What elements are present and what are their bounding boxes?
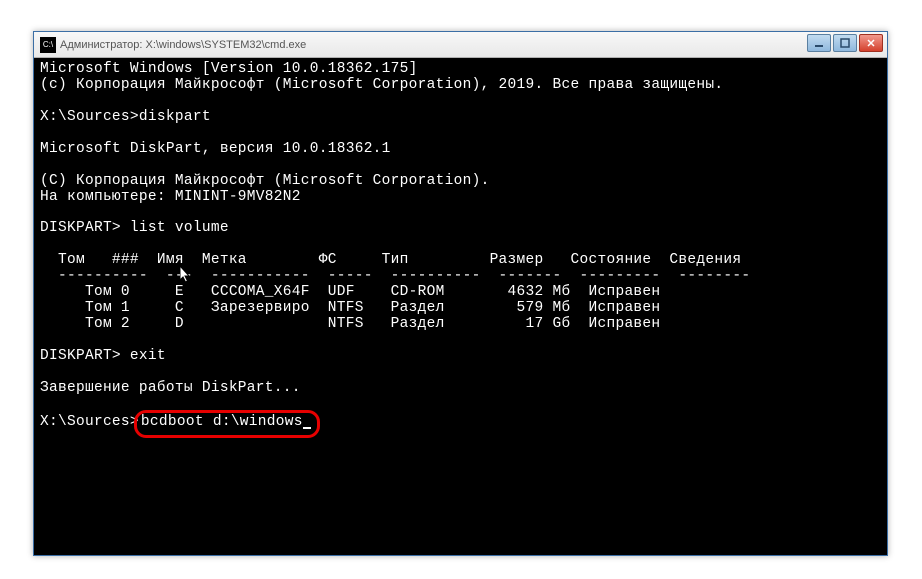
command-text: bcdboot d:\windows [141, 414, 303, 430]
table-header: Том ### Имя Метка ФС Тип Размер Состояни… [40, 252, 741, 268]
table-separator: ---------- --- ----------- ----- -------… [40, 268, 750, 284]
table-row: Том 2 D NTFS Раздел 17 Gб Исправен [40, 316, 660, 332]
output-line: (c) Корпорация Майкрософт (Microsoft Cor… [40, 77, 723, 93]
window-controls [807, 34, 883, 52]
close-button[interactable] [859, 34, 883, 52]
cmd-icon: C:\ [40, 37, 56, 53]
output-line: (C) Корпорация Майкрософт (Microsoft Cor… [40, 173, 490, 189]
table-row: Том 1 C Зарезервиро NTFS Раздел 579 Мб И… [40, 300, 660, 316]
terminal-area[interactable]: Microsoft Windows [Version 10.0.18362.17… [34, 58, 887, 442]
maximize-button[interactable] [833, 34, 857, 52]
window-title: Администратор: X:\windows\SYSTEM32\cmd.e… [60, 39, 306, 51]
prompt-line: DISKPART> list volume [40, 220, 229, 236]
prompt-line: DISKPART> exit [40, 348, 166, 364]
output-line: На компьютере: MININT-9MV82N2 [40, 189, 301, 205]
output-line: Завершение работы DiskPart... [40, 380, 301, 396]
table-row: Том 0 E CCCOMA_X64F UDF CD-ROM 4632 Мб И… [40, 284, 660, 300]
text-cursor [303, 427, 311, 429]
output-line: Microsoft DiskPart, версия 10.0.18362.1 [40, 141, 391, 157]
prompt-line: X:\Sources>diskpart [40, 109, 211, 125]
output-line: Microsoft Windows [Version 10.0.18362.17… [40, 61, 418, 77]
titlebar[interactable]: C:\ Администратор: X:\windows\SYSTEM32\c… [34, 32, 887, 58]
minimize-button[interactable] [807, 34, 831, 52]
cmd-window: C:\ Администратор: X:\windows\SYSTEM32\c… [33, 31, 888, 556]
prompt-prefix: X:\Sources> [40, 414, 139, 430]
highlighted-command: bcdboot d:\windows [134, 410, 320, 438]
